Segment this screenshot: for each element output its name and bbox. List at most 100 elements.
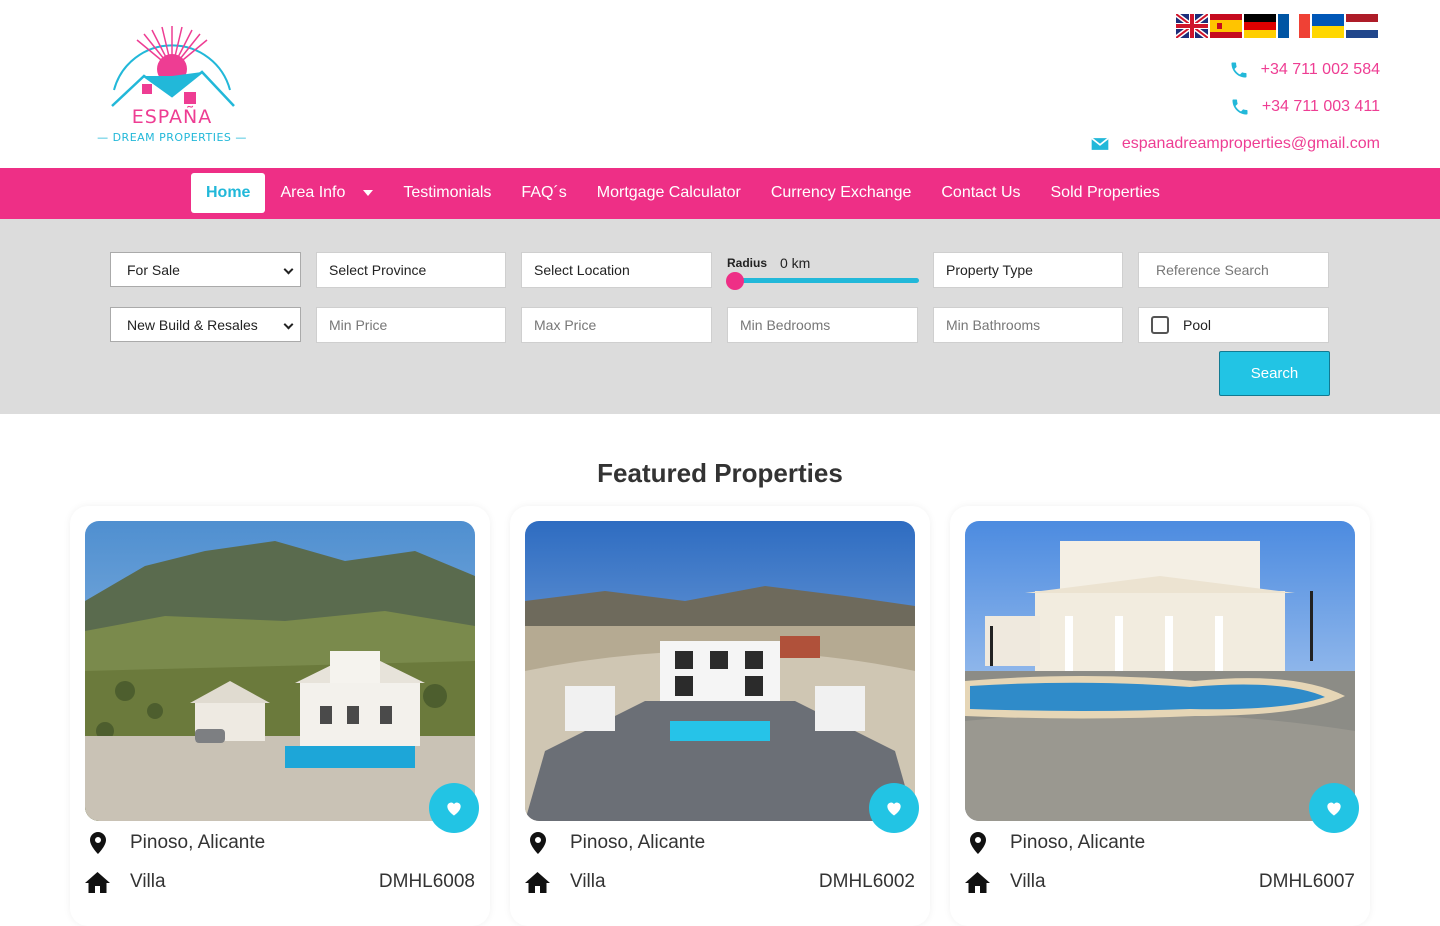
email-link[interactable]: espanadreamproperties@gmail.com xyxy=(1090,134,1380,154)
property-photo[interactable] xyxy=(965,521,1355,821)
property-type: Villa xyxy=(130,871,166,892)
pool-checkbox[interactable] xyxy=(1151,316,1169,334)
property-type-row: Villa DMHL6002 xyxy=(525,871,915,893)
location-select-value: Select Location xyxy=(534,262,630,278)
property-card[interactable]: Pinoso, Alicante Villa DMHL6002 xyxy=(510,506,930,926)
property-reference: DMHL6002 xyxy=(818,871,915,892)
nav-currency-exchange[interactable]: Currency Exchange xyxy=(756,173,927,213)
property-type: Villa xyxy=(1010,871,1046,892)
favorite-button[interactable] xyxy=(1309,783,1359,833)
site-header: ESPAÑA — DREAM PROPERTIES — +34 711 002 … xyxy=(0,0,1440,168)
min-bathrooms-placeholder: Min Bathrooms xyxy=(946,317,1041,333)
property-location-row: Pinoso, Alicante xyxy=(965,832,1355,854)
property-photo[interactable] xyxy=(85,521,475,821)
heart-icon xyxy=(1327,802,1341,816)
site-logo[interactable]: ESPAÑA — DREAM PROPERTIES — xyxy=(92,14,252,148)
home-icon xyxy=(965,871,990,893)
villa-photo-3 xyxy=(965,521,1355,821)
status-select[interactable]: For Sale xyxy=(110,252,301,287)
caret-down-icon xyxy=(363,189,374,196)
build-type-value: New Build & Resales xyxy=(127,316,258,333)
email-address: espanadreamproperties@gmail.com xyxy=(1121,135,1380,152)
phone-icon xyxy=(1231,62,1247,78)
property-card[interactable]: Pinoso, Alicante Villa DMHL6008 xyxy=(70,506,490,926)
property-reference: DMHL6007 xyxy=(1258,871,1355,892)
reference-search-input[interactable]: Reference Search xyxy=(1138,252,1329,288)
nav-sold-properties[interactable]: Sold Properties xyxy=(1036,173,1175,213)
language-flags xyxy=(1176,14,1378,38)
property-reference: DMHL6008 xyxy=(378,871,475,892)
phone-icon xyxy=(1232,99,1248,115)
reference-search-placeholder: Reference Search xyxy=(1156,262,1269,278)
logo-name: ESPAÑA xyxy=(131,106,213,128)
build-type-select[interactable]: New Build & Resales xyxy=(110,307,301,342)
max-price-placeholder: Max Price xyxy=(534,317,597,333)
nav-faqs[interactable]: FAQ´s xyxy=(506,173,581,213)
location-select[interactable]: Select Location xyxy=(521,252,712,288)
property-type: Villa xyxy=(570,871,606,892)
province-select[interactable]: Select Province xyxy=(316,252,506,288)
max-price-input[interactable]: Max Price xyxy=(521,307,712,343)
pool-label: Pool xyxy=(1183,317,1212,333)
favorite-button[interactable] xyxy=(429,783,479,833)
villa-photo-2 xyxy=(525,521,915,821)
netherlands-flag-icon[interactable] xyxy=(1346,14,1378,38)
pool-filter[interactable]: Pool xyxy=(1138,307,1329,343)
phone-link-2[interactable]: +34 711 003 411 xyxy=(1230,97,1380,117)
min-bedrooms-placeholder: Min Bedrooms xyxy=(740,317,831,333)
property-location: Pinoso, Alicante xyxy=(1010,832,1146,853)
map-pin-icon xyxy=(965,832,990,854)
search-button[interactable]: Search xyxy=(1219,351,1330,396)
property-location: Pinoso, Alicante xyxy=(570,832,706,853)
heart-icon xyxy=(887,802,901,816)
nav-mortgage-calculator[interactable]: Mortgage Calculator xyxy=(582,173,756,213)
nav-area-info-label: Area Info xyxy=(280,184,346,201)
property-location-row: Pinoso, Alicante xyxy=(85,832,475,854)
min-price-input[interactable]: Min Price xyxy=(316,307,506,343)
property-location: Pinoso, Alicante xyxy=(130,832,266,853)
favorite-button[interactable] xyxy=(869,783,919,833)
property-type-value: Property Type xyxy=(946,262,1033,278)
nav-contact-us[interactable]: Contact Us xyxy=(926,173,1035,213)
spain-flag-icon[interactable] xyxy=(1210,14,1242,38)
status-select-value: For Sale xyxy=(127,261,180,278)
chevron-down-icon xyxy=(283,264,294,275)
property-type-row: Villa DMHL6008 xyxy=(85,871,475,893)
province-select-value: Select Province xyxy=(329,262,427,278)
property-search-panel: For Sale Select Province Select Location… xyxy=(0,219,1440,414)
nav-area-info[interactable]: Area Info xyxy=(265,173,388,213)
phone-link-1[interactable]: +34 711 002 584 xyxy=(1229,60,1380,80)
home-icon xyxy=(85,871,110,893)
property-card[interactable]: Pinoso, Alicante Villa DMHL6007 xyxy=(950,506,1370,926)
map-pin-icon xyxy=(525,832,550,854)
min-bedrooms-input[interactable]: Min Bedrooms xyxy=(727,307,918,343)
germany-flag-icon[interactable] xyxy=(1244,14,1276,38)
envelope-icon xyxy=(1091,137,1109,150)
min-price-placeholder: Min Price xyxy=(329,317,388,333)
logo-house-sun-icon xyxy=(111,26,235,107)
property-location-row: Pinoso, Alicante xyxy=(525,832,915,854)
ukraine-flag-icon[interactable] xyxy=(1312,14,1344,38)
chevron-down-icon xyxy=(283,319,294,330)
property-photo[interactable] xyxy=(525,521,915,821)
uk-flag-icon[interactable] xyxy=(1176,14,1208,38)
min-bathrooms-input[interactable]: Min Bathrooms xyxy=(933,307,1123,343)
property-type-select[interactable]: Property Type xyxy=(933,252,1123,288)
phone-number-1: +34 711 002 584 xyxy=(1260,61,1380,78)
property-type-row: Villa DMHL6007 xyxy=(965,871,1355,893)
radius-slider-track[interactable] xyxy=(736,278,919,283)
radius-value: 0 km xyxy=(780,255,811,271)
radius-slider-handle[interactable] xyxy=(726,272,744,290)
main-navigation: Home Area Info Testimonials FAQ´s Mortga… xyxy=(0,168,1440,219)
logo-tagline: — DREAM PROPERTIES — xyxy=(97,131,247,144)
villa-photo-1 xyxy=(85,521,475,821)
radius-label: Radius xyxy=(727,256,768,270)
home-icon xyxy=(525,871,550,893)
heart-icon xyxy=(447,802,461,816)
phone-number-2: +34 711 003 411 xyxy=(1261,98,1380,115)
france-flag-icon[interactable] xyxy=(1278,14,1310,38)
map-pin-icon xyxy=(85,832,110,854)
featured-properties-title: Featured Properties xyxy=(597,458,843,488)
nav-home[interactable]: Home xyxy=(191,173,266,213)
nav-testimonials[interactable]: Testimonials xyxy=(388,173,506,213)
